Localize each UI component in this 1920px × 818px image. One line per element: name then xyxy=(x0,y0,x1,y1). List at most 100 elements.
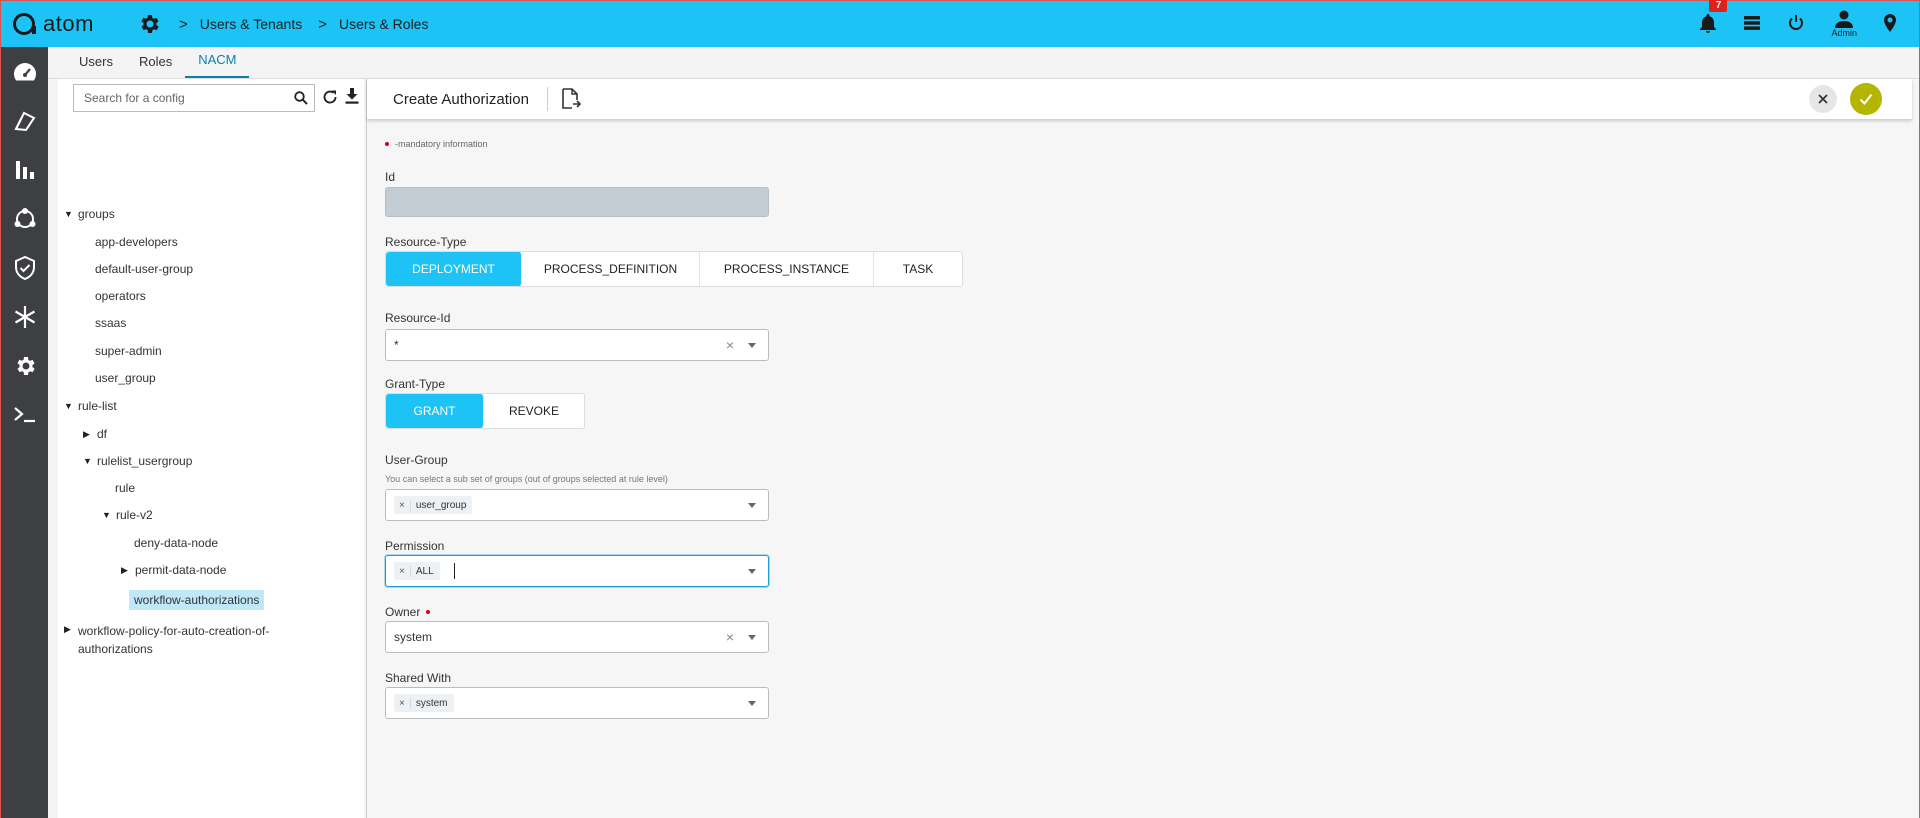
tree-node-ssaas[interactable]: ssaas xyxy=(95,316,126,330)
expanded-caret-icon[interactable]: ▼ xyxy=(102,510,116,520)
owner-value: system xyxy=(394,630,433,644)
mandatory-note-text: -mandatory information xyxy=(395,139,488,149)
owner-select[interactable]: system × xyxy=(385,621,769,653)
location-pin-icon[interactable] xyxy=(1883,13,1897,35)
mandatory-note: -mandatory information xyxy=(385,139,488,149)
dashboard-icon[interactable] xyxy=(10,57,40,87)
network-icon[interactable] xyxy=(10,204,40,234)
owner-label: Owner xyxy=(385,605,436,619)
left-nav xyxy=(1,47,48,818)
resource-type-task[interactable]: TASK xyxy=(874,252,962,286)
bar-chart-icon[interactable] xyxy=(10,155,40,185)
close-icon xyxy=(1818,94,1828,104)
remove-chip-icon[interactable]: × xyxy=(394,499,411,511)
chevron-down-icon[interactable] xyxy=(748,568,756,574)
terminal-icon[interactable] xyxy=(10,400,40,430)
settings-icon[interactable] xyxy=(10,351,40,381)
resource-type-process-definition[interactable]: PROCESS_DEFINITION xyxy=(522,252,700,286)
tree-node-super-admin[interactable]: super-admin xyxy=(95,344,162,358)
tree-node-default-user-group[interactable]: default-user-group xyxy=(95,262,193,276)
tree-node-rule[interactable]: rule xyxy=(115,481,135,495)
tree-node-df[interactable]: ▶ df xyxy=(83,427,107,441)
user-menu[interactable]: Admin xyxy=(1831,10,1857,38)
chevron-down-icon[interactable] xyxy=(748,634,756,640)
collapsed-caret-icon[interactable]: ▶ xyxy=(121,565,135,576)
bell-icon xyxy=(1700,13,1717,33)
shared-with-select[interactable]: × system xyxy=(385,687,769,719)
submit-button[interactable] xyxy=(1850,83,1882,115)
collapsed-caret-icon[interactable]: ▶ xyxy=(64,624,78,635)
search-icon[interactable] xyxy=(288,91,314,105)
tree-node-rule-list[interactable]: ▼ rule-list xyxy=(64,399,117,413)
tree-node-permit-data-node[interactable]: ▶ permit-data-node xyxy=(121,563,226,577)
config-tree-container: ▼groups app-developers default-user-grou… xyxy=(58,79,364,818)
mandatory-dot-icon xyxy=(426,610,431,614)
remove-chip-icon[interactable]: × xyxy=(394,697,411,709)
settings-gear-icon[interactable] xyxy=(135,10,163,38)
id-label: Id xyxy=(385,170,396,184)
resource-id-value: * xyxy=(394,338,399,352)
atom-logo[interactable]: atom xyxy=(13,11,123,37)
collapsed-caret-icon[interactable]: ▶ xyxy=(83,429,97,440)
shared-with-chip: × system xyxy=(394,694,454,712)
remove-chip-icon[interactable]: × xyxy=(394,565,411,577)
config-tree-panel: ▼groups app-developers default-user-grou… xyxy=(48,79,366,818)
grant-type-label: Grant-Type xyxy=(385,377,446,391)
header-divider xyxy=(546,87,548,111)
clear-icon[interactable]: × xyxy=(722,629,738,645)
tree-node-rule-v2[interactable]: ▼ rule-v2 xyxy=(102,508,153,522)
power-icon[interactable] xyxy=(1787,14,1805,35)
tree-node-user-group[interactable]: user_group xyxy=(95,371,156,385)
tab-bar: Users Roles NACM xyxy=(48,47,1919,79)
top-bar: atom > Users & Tenants > Users & Roles 7… xyxy=(1,0,1919,47)
clear-icon[interactable]: × xyxy=(722,337,738,353)
chevron-down-icon[interactable] xyxy=(748,502,756,508)
stack-icon[interactable] xyxy=(1743,15,1761,34)
expanded-caret-icon[interactable]: ▼ xyxy=(64,209,78,219)
grant-type-grant[interactable]: GRANT xyxy=(386,394,484,428)
expanded-caret-icon[interactable]: ▼ xyxy=(64,401,78,411)
chip-label: ALL xyxy=(415,565,434,577)
tab-nacm[interactable]: NACM xyxy=(185,52,250,78)
user-group-chip: × user_group xyxy=(394,496,473,514)
notification-count-badge: 7 xyxy=(1709,0,1728,12)
logo-text: atom xyxy=(43,11,94,36)
close-button[interactable] xyxy=(1809,85,1837,113)
resource-type-deployment[interactable]: DEPLOYMENT xyxy=(386,252,522,286)
shared-with-label: Shared With xyxy=(385,671,452,685)
refresh-icon[interactable] xyxy=(322,89,338,108)
grant-type-revoke[interactable]: REVOKE xyxy=(484,394,584,428)
user-group-select[interactable]: × user_group xyxy=(385,489,769,521)
tab-roles[interactable]: Roles xyxy=(126,54,185,78)
user-icon xyxy=(1835,10,1854,28)
chip-label: user_group xyxy=(415,499,467,511)
breadcrumb-users-tenants[interactable]: Users & Tenants xyxy=(200,16,302,32)
shield-check-icon[interactable] xyxy=(10,253,40,283)
tree-node-deny-data-node[interactable]: deny-data-node xyxy=(134,536,218,550)
resource-type-process-instance[interactable]: PROCESS_INSTANCE xyxy=(700,252,874,286)
chevron-down-icon[interactable] xyxy=(748,342,756,348)
resource-id-label: Resource-Id xyxy=(385,311,451,325)
layers-icon[interactable] xyxy=(10,106,40,136)
chevron-down-icon[interactable] xyxy=(748,700,756,706)
download-icon[interactable] xyxy=(345,88,359,107)
config-search-input[interactable] xyxy=(84,91,288,105)
tab-users[interactable]: Users xyxy=(66,54,126,78)
snowflake-icon[interactable] xyxy=(10,302,40,332)
notifications-button[interactable]: 7 xyxy=(1699,0,1728,36)
export-file-icon[interactable] xyxy=(560,87,582,111)
permission-select[interactable]: × ALL xyxy=(385,555,769,587)
resource-type-label: Resource-Type xyxy=(385,235,467,249)
breadcrumb-users-roles[interactable]: Users & Roles xyxy=(339,16,428,32)
resource-type-toggle: DEPLOYMENT PROCESS_DEFINITION PROCESS_IN… xyxy=(385,251,963,287)
tree-node-rulelist-usergroup[interactable]: ▼ rulelist_usergroup xyxy=(83,454,192,468)
breadcrumb-separator-icon: > xyxy=(318,15,327,33)
tree-node-workflow-authorizations[interactable]: workflow-authorizations xyxy=(129,590,265,610)
tree-node-groups[interactable]: ▼ groups xyxy=(64,207,115,221)
resource-id-select[interactable]: * × xyxy=(385,329,769,361)
expanded-caret-icon[interactable]: ▼ xyxy=(83,456,97,466)
tree-node-app-developers[interactable]: app-developers xyxy=(95,235,178,249)
tree-node-operators[interactable]: operators xyxy=(95,289,146,303)
main-content: Create Authorization -mandatory informat… xyxy=(366,79,1919,818)
tree-node-workflow-policy[interactable]: ▶ workflow-policy-for-auto-creation-of- … xyxy=(64,622,269,658)
